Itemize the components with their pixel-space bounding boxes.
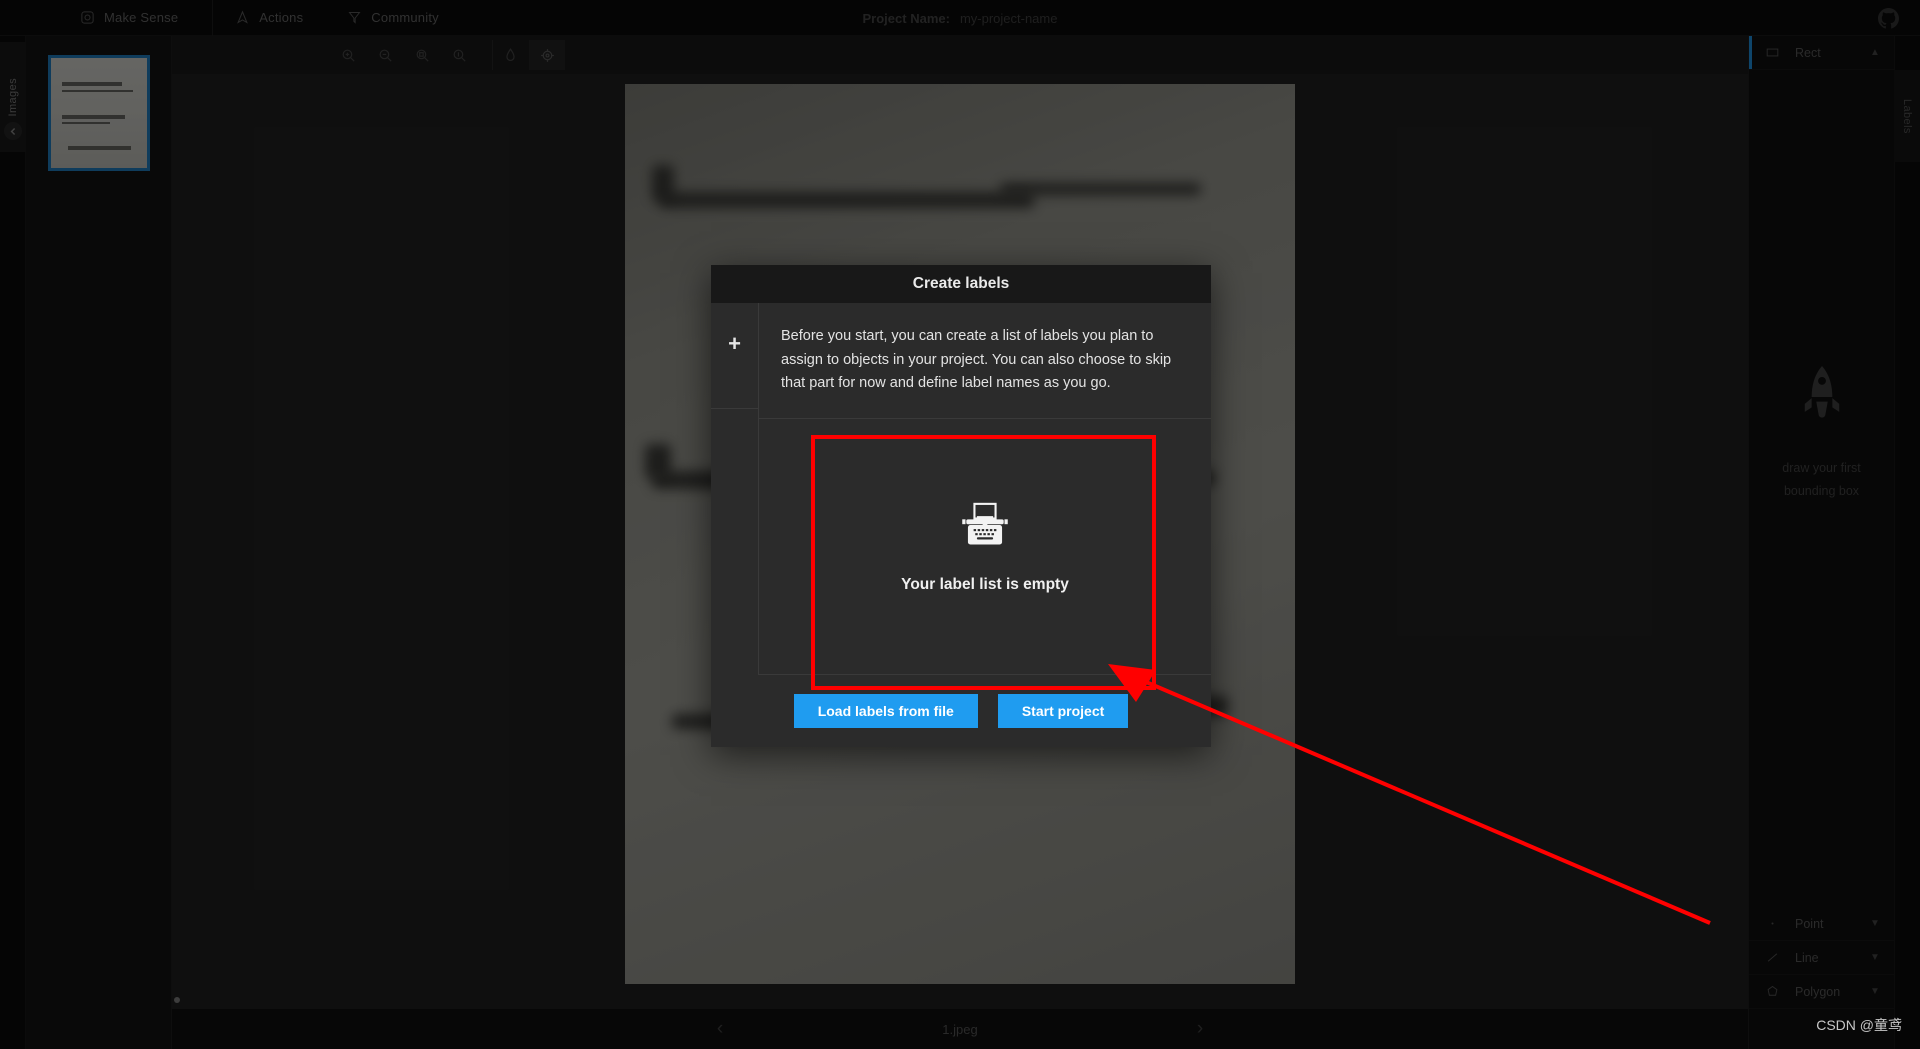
app-root: Make Sense Actions Community Project Nam… (0, 0, 1920, 1049)
modal-side-divider (711, 408, 758, 409)
modal-description: Before you start, you can create a list … (759, 303, 1211, 419)
modal-side-column: + (711, 303, 759, 675)
watermark: CSDN @童鸢 (1816, 1017, 1902, 1033)
create-labels-modal: Create labels + Before you start, you ca… (711, 265, 1211, 747)
modal-main-column: Before you start, you can create a list … (759, 303, 1211, 675)
modal-title: Create labels (711, 265, 1211, 303)
add-label-button[interactable]: + (711, 303, 758, 408)
empty-label-list-text: Your label list is empty (901, 575, 1069, 593)
modal-body: + Before you start, you can create a lis… (711, 303, 1211, 675)
start-project-button[interactable]: Start project (997, 693, 1129, 728)
typewriter-icon (959, 499, 1011, 556)
empty-label-list: Your label list is empty (759, 419, 1211, 675)
modal-footer: Load labels from file Start project (711, 675, 1211, 747)
load-labels-button[interactable]: Load labels from file (793, 693, 978, 728)
